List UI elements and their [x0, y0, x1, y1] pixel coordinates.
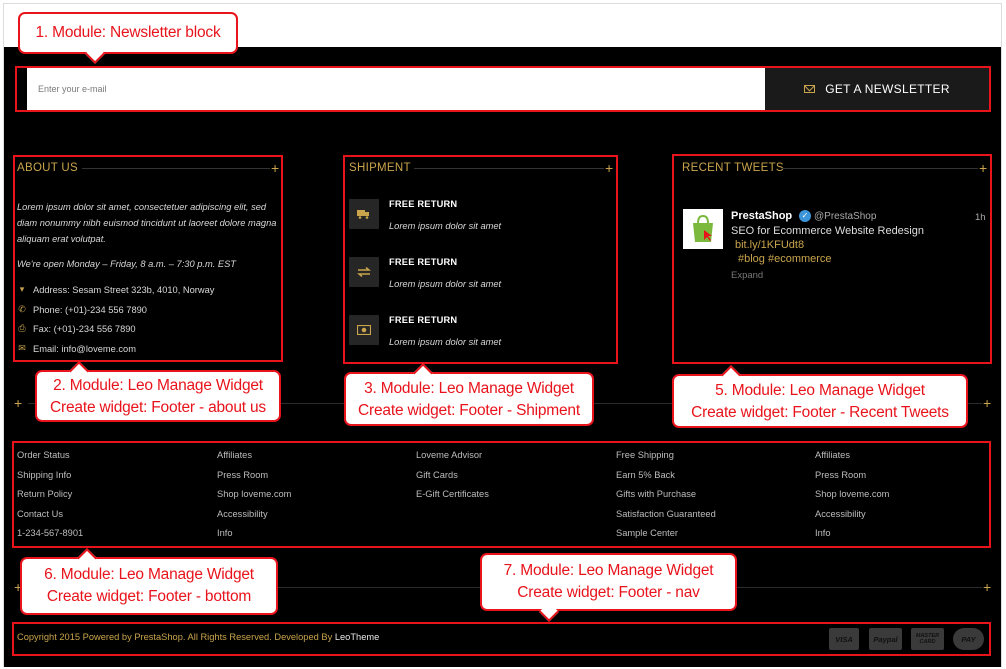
- divider-left-plus-icon[interactable]: +: [14, 396, 22, 410]
- callout-footer-bottom: 6. Module: Leo Manage Widget Create widg…: [20, 548, 278, 615]
- callout-text: 3. Module: Leo Manage Widget: [364, 380, 574, 397]
- annotation-box-newsletter: [15, 66, 991, 112]
- callout-recent-tweets: 5. Module: Leo Manage Widget Create widg…: [672, 365, 968, 428]
- callout-text: Create widget: Footer - bottom: [46, 588, 252, 605]
- callout-text: Create widget: Footer - nav: [517, 584, 700, 601]
- callout-about-us: 2. Module: Leo Manage Widget Create widg…: [35, 361, 281, 422]
- callout-newsletter: 1. Module: Newsletter block: [18, 12, 238, 64]
- callout-text: Create widget: Footer - Shipment: [358, 402, 580, 419]
- divider-right-plus-icon[interactable]: +: [983, 396, 991, 410]
- callout-text: Create widget: Footer - about us: [50, 399, 266, 416]
- annotation-box-shipment: [343, 155, 618, 364]
- callout-text: Create widget: Footer - Recent Tweets: [691, 404, 949, 421]
- annotation-box-about-us: [13, 155, 283, 362]
- callout-text: 1. Module: Newsletter block: [35, 24, 221, 41]
- annotation-box-recent-tweets: [672, 154, 992, 364]
- callout-footer-nav: 7. Module: Leo Manage Widget Create widg…: [480, 553, 737, 622]
- callout-shipment: 3. Module: Leo Manage Widget Create widg…: [344, 363, 594, 426]
- divider-right-plus-icon[interactable]: +: [983, 580, 991, 594]
- annotation-box-footer-bottom: [12, 441, 991, 548]
- callout-text: 5. Module: Leo Manage Widget: [715, 382, 925, 399]
- callout-text: 2. Module: Leo Manage Widget: [53, 377, 263, 394]
- callout-text: 6. Module: Leo Manage Widget: [44, 566, 254, 583]
- callout-text: 7. Module: Leo Manage Widget: [503, 562, 714, 579]
- annotation-box-footer-nav: [12, 622, 991, 656]
